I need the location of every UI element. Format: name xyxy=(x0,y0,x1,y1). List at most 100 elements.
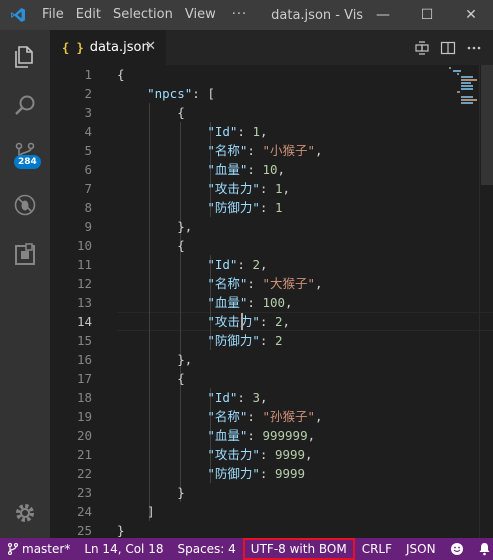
menu-selection[interactable]: Selection xyxy=(107,0,179,30)
json-key: "防御力" xyxy=(207,200,260,215)
code-line: "血量": 999999, xyxy=(207,428,316,443)
json-key: "Id" xyxy=(207,124,238,139)
scrollbar-thumb[interactable] xyxy=(481,65,493,185)
line-number: 18 xyxy=(76,390,92,405)
code-line: { xyxy=(117,236,185,255)
code-line: "血量": 10, xyxy=(207,162,286,177)
tab-label: data.json xyxy=(89,40,150,55)
code-editor[interactable]: 1 { 2 "npcs": [ 3 { 4 "Id": 1, 5 "名称": "小… xyxy=(50,65,493,538)
menu-bar: File Edit Selection View ··· xyxy=(36,0,257,30)
code-line: }, xyxy=(117,217,192,236)
explorer-icon[interactable] xyxy=(0,32,50,82)
vertical-scrollbar[interactable] xyxy=(479,65,493,538)
line-number: 12 xyxy=(76,276,92,291)
line-number: 11 xyxy=(76,257,92,272)
cursor-position[interactable]: Ln 14, Col 18 xyxy=(77,538,170,560)
json-key: "名称" xyxy=(207,276,248,291)
code-line: "防御力": 1 xyxy=(207,200,283,215)
line-number: 21 xyxy=(76,447,92,462)
line-number: 15 xyxy=(76,333,92,348)
open-changes-icon[interactable] xyxy=(409,35,435,61)
code-line: "攻击力": 1, xyxy=(207,181,290,196)
line-number: 22 xyxy=(76,466,92,481)
code-line: "名称": "大猴子", xyxy=(207,276,323,291)
tab-bar: { } data.json ✕ xyxy=(50,30,493,65)
extensions-icon[interactable] xyxy=(0,230,50,280)
code-token: { xyxy=(117,67,125,82)
feedback-smiley-icon[interactable] xyxy=(443,538,471,560)
line-number-active: 14 xyxy=(76,314,92,329)
code-line: "防御力": 2 xyxy=(207,333,283,348)
branch-name: master* xyxy=(22,542,71,556)
debug-icon[interactable] xyxy=(0,180,50,230)
code-token: }, xyxy=(177,352,193,367)
json-key: "npcs" xyxy=(147,86,193,101)
code-token: { xyxy=(177,371,185,386)
tab-data-json[interactable]: { } data.json ✕ xyxy=(50,30,166,65)
line-ending-status[interactable]: CRLF xyxy=(355,538,399,560)
encoding-status[interactable]: UTF-8 with BOM xyxy=(242,538,355,560)
minimap[interactable] xyxy=(449,65,479,125)
line-number: 2 xyxy=(84,86,92,101)
minimize-button[interactable]: — xyxy=(361,0,405,30)
gear-icon[interactable] xyxy=(0,488,50,538)
json-number: 3 xyxy=(252,390,261,405)
code-token: { xyxy=(177,238,185,253)
menu-more-icon[interactable]: ··· xyxy=(222,0,257,30)
code-line: "Id": 2, xyxy=(207,257,268,272)
status-bar: master* Ln 14, Col 18 Spaces: 4 UTF-8 wi… xyxy=(0,538,493,560)
notifications-bell-icon[interactable] xyxy=(471,538,493,560)
line-number: 16 xyxy=(76,352,92,367)
json-key: "Id" xyxy=(207,390,238,405)
line-number: 1 xyxy=(84,67,92,82)
maximize-button[interactable]: ☐ xyxy=(405,0,449,30)
branch-status[interactable]: master* xyxy=(0,538,77,560)
split-editor-icon[interactable] xyxy=(435,35,461,61)
line-number: 9 xyxy=(84,219,92,234)
json-number: 999999 xyxy=(262,428,308,443)
line-number: 3 xyxy=(84,105,92,120)
line-number: 20 xyxy=(76,428,92,443)
json-number: 9999 xyxy=(274,466,306,481)
line-number: 23 xyxy=(76,485,92,500)
menu-file[interactable]: File xyxy=(36,0,70,30)
json-number: 1 xyxy=(252,124,261,139)
line-number: 24 xyxy=(76,504,92,519)
line-number: 25 xyxy=(76,523,92,538)
source-control-icon[interactable] xyxy=(0,128,50,178)
tab-close-icon[interactable]: ✕ xyxy=(145,39,156,54)
code-line: } xyxy=(117,521,125,538)
code-token: }, xyxy=(177,219,193,234)
search-icon[interactable] xyxy=(0,80,50,130)
indentation-status[interactable]: Spaces: 4 xyxy=(170,538,242,560)
text-cursor xyxy=(241,313,243,330)
json-key: "攻击力" xyxy=(207,314,260,329)
json-string: "小猴子" xyxy=(262,143,315,158)
code-token: { xyxy=(177,105,185,120)
source-control-badge: 284 xyxy=(14,155,41,169)
code-line: "名称": "孙猴子", xyxy=(207,409,323,424)
code-token: } xyxy=(117,523,125,538)
activity-bar: 284 xyxy=(0,30,50,538)
code-line: { xyxy=(117,65,125,84)
more-actions-icon[interactable] xyxy=(461,35,487,61)
code-token: ] xyxy=(147,504,155,519)
code-line: "血量": 100, xyxy=(207,295,293,310)
line-number: 8 xyxy=(84,200,92,215)
json-string: "孙猴子" xyxy=(262,409,315,424)
editor-actions xyxy=(409,30,487,65)
git-branch-icon xyxy=(8,543,18,555)
json-key: "Id" xyxy=(207,257,238,272)
language-mode[interactable]: JSON xyxy=(399,538,443,560)
json-string: "大猴子" xyxy=(262,276,315,291)
menu-view[interactable]: View xyxy=(179,0,222,30)
vscode-logo-icon xyxy=(0,0,36,30)
json-number: 2 xyxy=(274,333,283,348)
json-key: "名称" xyxy=(207,143,248,158)
json-key: "血量" xyxy=(207,295,248,310)
json-file-icon: { } xyxy=(62,40,84,55)
line-number: 17 xyxy=(76,371,92,386)
close-button[interactable]: ✕ xyxy=(449,0,493,30)
menu-edit[interactable]: Edit xyxy=(70,0,107,30)
code-line: } xyxy=(117,483,185,502)
